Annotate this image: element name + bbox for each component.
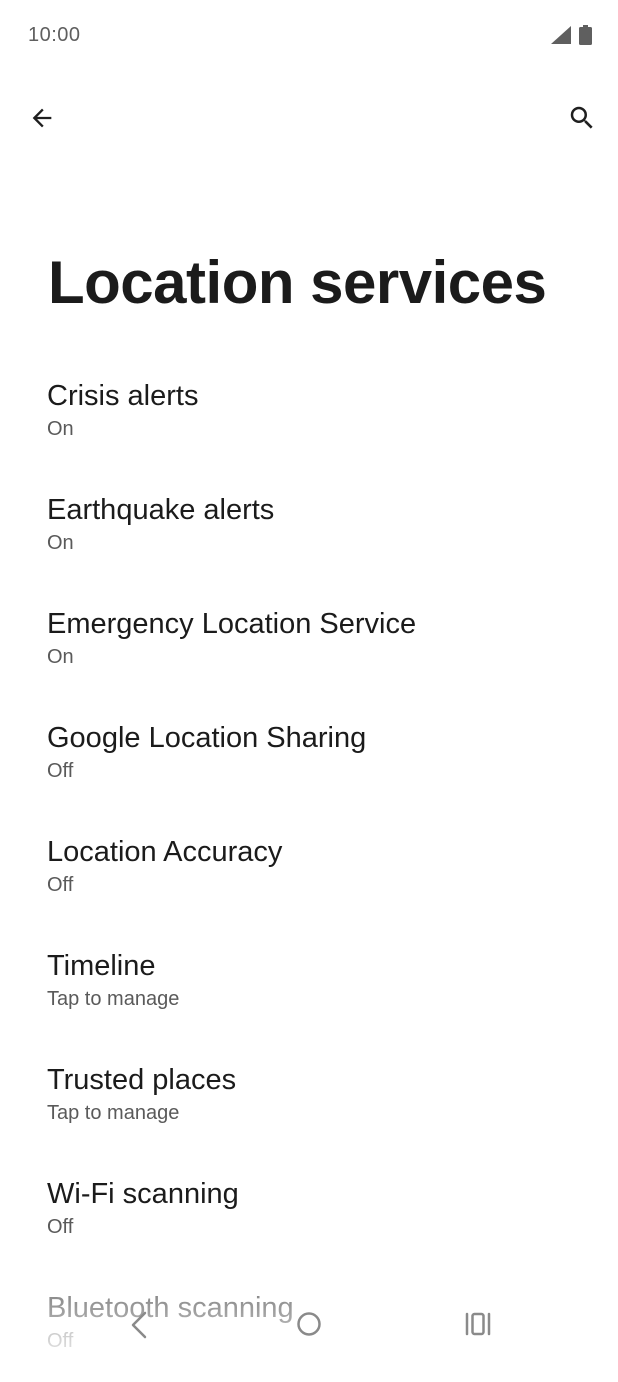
- signal-icon: [551, 26, 571, 44]
- list-item-location-accuracy[interactable]: Location Accuracy Off: [0, 812, 618, 926]
- item-title: Trusted places: [47, 1064, 237, 1096]
- nav-home-button[interactable]: [294, 1309, 324, 1339]
- item-title: Crisis alerts: [47, 380, 199, 412]
- item-summary: On: [47, 646, 74, 668]
- item-summary: On: [47, 532, 74, 554]
- list-item-google-location-sharing[interactable]: Google Location Sharing Off: [0, 698, 618, 812]
- list-item-wifi-scanning[interactable]: Wi-Fi scanning Off: [0, 1154, 618, 1268]
- item-title: Timeline: [47, 950, 156, 982]
- item-title: Location Accuracy: [47, 836, 283, 868]
- list-item-crisis-alerts[interactable]: Crisis alerts On: [0, 356, 618, 470]
- settings-list: Crisis alerts On Earthquake alerts On Em…: [0, 356, 618, 1382]
- item-summary: Tap to manage: [47, 1102, 180, 1124]
- navigation-bar: [0, 1295, 618, 1355]
- list-item-earthquake-alerts[interactable]: Earthquake alerts On: [0, 470, 618, 584]
- list-item-timeline[interactable]: Timeline Tap to manage: [0, 926, 618, 1040]
- nav-recents-icon: [465, 1312, 491, 1336]
- status-bar: 10:00: [0, 0, 618, 70]
- nav-back-button[interactable]: [124, 1307, 154, 1343]
- nav-home-icon: [297, 1312, 321, 1336]
- search-button[interactable]: [562, 98, 602, 138]
- search-icon: [570, 106, 593, 129]
- app-bar: [0, 90, 618, 150]
- item-summary: Off: [47, 760, 74, 782]
- status-time: 10:00: [28, 24, 81, 46]
- nav-back-icon: [131, 1311, 147, 1339]
- arrow-back-icon: [32, 108, 52, 128]
- list-item-emergency-location-service[interactable]: Emergency Location Service On: [0, 584, 618, 698]
- item-title: Wi-Fi scanning: [47, 1178, 239, 1210]
- item-title: Emergency Location Service: [47, 608, 417, 640]
- page-title: Location services: [48, 249, 547, 316]
- nav-recents-button[interactable]: [462, 1309, 494, 1339]
- item-title: Google Location Sharing: [47, 722, 367, 754]
- list-item-trusted-places[interactable]: Trusted places Tap to manage: [0, 1040, 618, 1154]
- back-button[interactable]: [22, 98, 62, 138]
- item-summary: Tap to manage: [47, 988, 180, 1010]
- item-summary: Off: [47, 1216, 74, 1238]
- item-summary: Off: [47, 874, 74, 896]
- item-summary: On: [47, 418, 74, 440]
- item-title: Earthquake alerts: [47, 494, 275, 526]
- battery-icon: [579, 25, 592, 45]
